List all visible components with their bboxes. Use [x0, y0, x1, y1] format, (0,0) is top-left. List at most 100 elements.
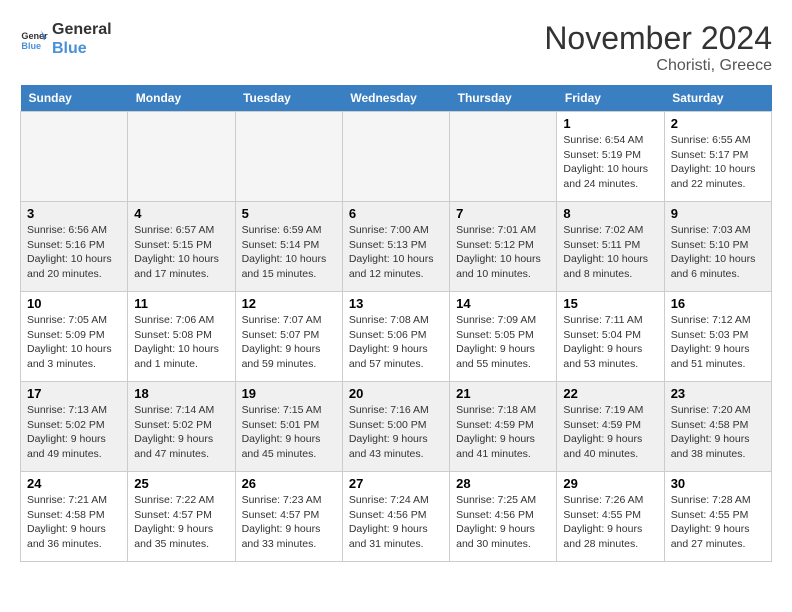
day-number: 8	[563, 206, 657, 221]
day-info: Sunrise: 7:19 AM Sunset: 4:59 PM Dayligh…	[563, 403, 657, 462]
day-header-tuesday: Tuesday	[235, 85, 342, 112]
week-row-4: 17 Sunrise: 7:13 AM Sunset: 5:02 PM Dayli…	[21, 382, 772, 472]
calendar-cell: 8 Sunrise: 7:02 AM Sunset: 5:11 PM Daylig…	[557, 202, 664, 292]
day-number: 16	[671, 296, 765, 311]
calendar-cell	[128, 112, 235, 202]
day-number: 10	[27, 296, 121, 311]
day-number: 9	[671, 206, 765, 221]
calendar-cell: 28Sunrise: 7:25 AM Sunset: 4:56 PM Dayli…	[450, 472, 557, 562]
day-info: Sunrise: 7:00 AM Sunset: 5:13 PM Dayligh…	[349, 223, 443, 282]
calendar-cell: 13Sunrise: 7:08 AM Sunset: 5:06 PM Dayli…	[342, 292, 449, 382]
day-header-sunday: Sunday	[21, 85, 128, 112]
day-number: 13	[349, 296, 443, 311]
calendar-cell: 17 Sunrise: 7:13 AM Sunset: 5:02 PM Dayli…	[21, 382, 128, 472]
day-number: 21	[456, 386, 550, 401]
day-info: Sunrise: 7:15 AM Sunset: 5:01 PM Dayligh…	[242, 403, 336, 462]
day-info: Sunrise: 7:07 AM Sunset: 5:07 PM Dayligh…	[242, 313, 336, 372]
day-info: Sunrise: 7:05 AM Sunset: 5:09 PM Dayligh…	[27, 313, 121, 372]
day-info: Sunrise: 7:02 AM Sunset: 5:11 PM Dayligh…	[563, 223, 657, 282]
day-header-wednesday: Wednesday	[342, 85, 449, 112]
calendar-cell: 7 Sunrise: 7:01 AM Sunset: 5:12 PM Daylig…	[450, 202, 557, 292]
day-number: 27	[349, 476, 443, 491]
day-number: 23	[671, 386, 765, 401]
week-row-5: 24Sunrise: 7:21 AM Sunset: 4:58 PM Dayli…	[21, 472, 772, 562]
calendar-cell: 18Sunrise: 7:14 AM Sunset: 5:02 PM Dayli…	[128, 382, 235, 472]
calendar-cell: 24Sunrise: 7:21 AM Sunset: 4:58 PM Dayli…	[21, 472, 128, 562]
day-info: Sunrise: 6:57 AM Sunset: 5:15 PM Dayligh…	[134, 223, 228, 282]
calendar-cell: 1 Sunrise: 6:54 AM Sunset: 5:19 PM Daylig…	[557, 112, 664, 202]
calendar-cell: 27 Sunrise: 7:24 AM Sunset: 4:56 PM Dayli…	[342, 472, 449, 562]
day-header-thursday: Thursday	[450, 85, 557, 112]
day-info: Sunrise: 7:28 AM Sunset: 4:55 PM Dayligh…	[671, 493, 765, 552]
calendar-cell	[342, 112, 449, 202]
calendar-cell: 20 Sunrise: 7:16 AM Sunset: 5:00 PM Dayli…	[342, 382, 449, 472]
day-info: Sunrise: 7:21 AM Sunset: 4:58 PM Dayligh…	[27, 493, 121, 552]
week-row-1: 1 Sunrise: 6:54 AM Sunset: 5:19 PM Daylig…	[21, 112, 772, 202]
day-info: Sunrise: 7:26 AM Sunset: 4:55 PM Dayligh…	[563, 493, 657, 552]
day-number: 6	[349, 206, 443, 221]
calendar-cell	[450, 112, 557, 202]
day-info: Sunrise: 7:14 AM Sunset: 5:02 PM Dayligh…	[134, 403, 228, 462]
day-header-friday: Friday	[557, 85, 664, 112]
day-number: 22	[563, 386, 657, 401]
calendar-cell: 11Sunrise: 7:06 AM Sunset: 5:08 PM Dayli…	[128, 292, 235, 382]
day-number: 17	[27, 386, 121, 401]
day-number: 1	[563, 116, 657, 131]
day-number: 20	[349, 386, 443, 401]
page-header: General Blue General Blue November 2024 …	[20, 20, 772, 75]
day-number: 29	[563, 476, 657, 491]
calendar-cell: 21 Sunrise: 7:18 AM Sunset: 4:59 PM Dayli…	[450, 382, 557, 472]
calendar-cell: 23 Sunrise: 7:20 AM Sunset: 4:58 PM Dayli…	[664, 382, 771, 472]
calendar-cell: 4 Sunrise: 6:57 AM Sunset: 5:15 PM Daylig…	[128, 202, 235, 292]
day-number: 28	[456, 476, 550, 491]
title-section: November 2024 Choristi, Greece	[544, 20, 772, 75]
logo-blue: Blue	[52, 39, 112, 58]
calendar-cell: 5 Sunrise: 6:59 AM Sunset: 5:14 PM Daylig…	[235, 202, 342, 292]
logo: General Blue General Blue	[20, 20, 112, 58]
day-info: Sunrise: 7:16 AM Sunset: 5:00 PM Dayligh…	[349, 403, 443, 462]
day-info: Sunrise: 7:24 AM Sunset: 4:56 PM Dayligh…	[349, 493, 443, 552]
day-info: Sunrise: 6:55 AM Sunset: 5:17 PM Dayligh…	[671, 133, 765, 192]
calendar-cell	[21, 112, 128, 202]
calendar-cell: 26 Sunrise: 7:23 AM Sunset: 4:57 PM Dayli…	[235, 472, 342, 562]
day-info: Sunrise: 7:03 AM Sunset: 5:10 PM Dayligh…	[671, 223, 765, 282]
day-number: 7	[456, 206, 550, 221]
day-number: 26	[242, 476, 336, 491]
day-info: Sunrise: 7:23 AM Sunset: 4:57 PM Dayligh…	[242, 493, 336, 552]
svg-text:Blue: Blue	[21, 41, 41, 51]
calendar-cell: 9 Sunrise: 7:03 AM Sunset: 5:10 PM Daylig…	[664, 202, 771, 292]
day-info: Sunrise: 6:59 AM Sunset: 5:14 PM Dayligh…	[242, 223, 336, 282]
day-number: 11	[134, 296, 228, 311]
day-number: 4	[134, 206, 228, 221]
day-info: Sunrise: 7:22 AM Sunset: 4:57 PM Dayligh…	[134, 493, 228, 552]
calendar-cell: 16Sunrise: 7:12 AM Sunset: 5:03 PM Dayli…	[664, 292, 771, 382]
day-number: 30	[671, 476, 765, 491]
day-number: 15	[563, 296, 657, 311]
day-info: Sunrise: 6:56 AM Sunset: 5:16 PM Dayligh…	[27, 223, 121, 282]
day-info: Sunrise: 7:18 AM Sunset: 4:59 PM Dayligh…	[456, 403, 550, 462]
calendar-table: SundayMondayTuesdayWednesdayThursdayFrid…	[20, 85, 772, 562]
day-number: 19	[242, 386, 336, 401]
day-info: Sunrise: 6:54 AM Sunset: 5:19 PM Dayligh…	[563, 133, 657, 192]
header-row: SundayMondayTuesdayWednesdayThursdayFrid…	[21, 85, 772, 112]
calendar-cell	[235, 112, 342, 202]
calendar-cell: 15 Sunrise: 7:11 AM Sunset: 5:04 PM Dayli…	[557, 292, 664, 382]
day-info: Sunrise: 7:20 AM Sunset: 4:58 PM Dayligh…	[671, 403, 765, 462]
day-info: Sunrise: 7:09 AM Sunset: 5:05 PM Dayligh…	[456, 313, 550, 372]
day-number: 12	[242, 296, 336, 311]
day-number: 3	[27, 206, 121, 221]
day-number: 2	[671, 116, 765, 131]
week-row-3: 10 Sunrise: 7:05 AM Sunset: 5:09 PM Dayli…	[21, 292, 772, 382]
day-number: 5	[242, 206, 336, 221]
day-info: Sunrise: 7:13 AM Sunset: 5:02 PM Dayligh…	[27, 403, 121, 462]
day-info: Sunrise: 7:01 AM Sunset: 5:12 PM Dayligh…	[456, 223, 550, 282]
calendar-cell: 29 Sunrise: 7:26 AM Sunset: 4:55 PM Dayli…	[557, 472, 664, 562]
calendar-cell: 3 Sunrise: 6:56 AM Sunset: 5:16 PM Daylig…	[21, 202, 128, 292]
calendar-cell: 10 Sunrise: 7:05 AM Sunset: 5:09 PM Dayli…	[21, 292, 128, 382]
calendar-cell: 2 Sunrise: 6:55 AM Sunset: 5:17 PM Daylig…	[664, 112, 771, 202]
day-info: Sunrise: 7:11 AM Sunset: 5:04 PM Dayligh…	[563, 313, 657, 372]
calendar-cell: 30 Sunrise: 7:28 AM Sunset: 4:55 PM Dayli…	[664, 472, 771, 562]
calendar-cell: 19 Sunrise: 7:15 AM Sunset: 5:01 PM Dayli…	[235, 382, 342, 472]
day-header-saturday: Saturday	[664, 85, 771, 112]
week-row-2: 3 Sunrise: 6:56 AM Sunset: 5:16 PM Daylig…	[21, 202, 772, 292]
